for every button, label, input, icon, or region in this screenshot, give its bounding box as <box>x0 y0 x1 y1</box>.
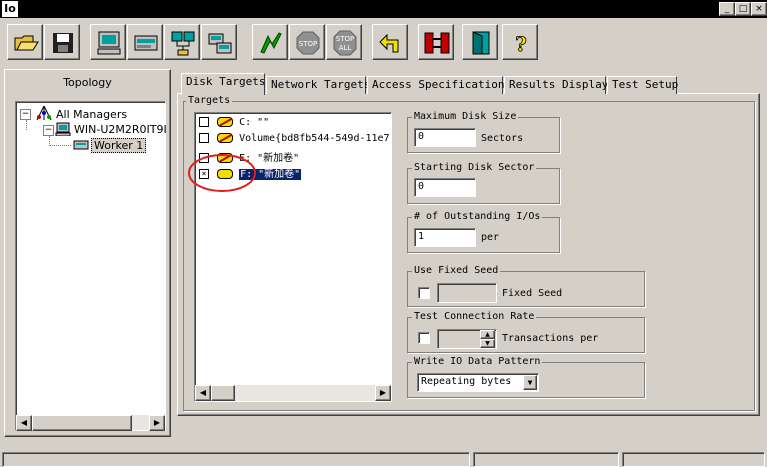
topology-scrollbar[interactable]: ◀ ▶ <box>16 415 165 431</box>
exit-button[interactable] <box>462 24 498 60</box>
start-button[interactable] <box>252 24 288 60</box>
scroll-left-button[interactable]: ◀ <box>16 415 32 431</box>
stop-button[interactable]: STOP <box>289 24 325 60</box>
save-icon <box>53 33 73 53</box>
stop-all-icon: STOPALL <box>333 30 357 56</box>
collapse-toggle[interactable]: − <box>20 109 31 120</box>
new-disk-worker-icon <box>134 35 158 51</box>
minimize-button[interactable]: _ <box>719 2 735 16</box>
tab-access-specifications[interactable]: Access Specifications <box>367 76 511 94</box>
stop-icon: STOP <box>296 31 320 55</box>
copy-worker-icon <box>208 33 232 54</box>
target-label: C: "" <box>239 117 270 128</box>
stop-all-button[interactable]: STOP ALL <box>326 24 362 60</box>
exit-icon <box>472 31 490 55</box>
scroll-thumb[interactable] <box>211 385 235 401</box>
max-disk-size-input[interactable]: 0 <box>414 128 476 147</box>
target-item[interactable]: C: "" <box>199 117 269 131</box>
fixed-seed-checkbox[interactable] <box>418 287 430 299</box>
new-network-worker-icon <box>171 31 195 56</box>
svg-text:ALL: ALL <box>339 44 352 52</box>
test-connection-rate-unit: Transactions per <box>502 333 599 344</box>
disconnect-button[interactable] <box>418 24 454 60</box>
display-icon <box>97 31 121 55</box>
scroll-thumb[interactable] <box>32 415 132 431</box>
new-disk-worker-button[interactable] <box>127 24 163 60</box>
open-button[interactable] <box>7 24 43 60</box>
target-checkbox[interactable] <box>199 133 209 143</box>
title-bar <box>0 0 767 18</box>
tab-network-targets[interactable]: Network Targets <box>266 76 370 94</box>
start-icon <box>260 32 282 54</box>
fixed-seed-unit: Fixed Seed <box>502 288 563 299</box>
manager-icon <box>55 122 71 136</box>
tree-item-manager[interactable]: WIN-U2M2R0IT9I <box>74 123 167 136</box>
reset-button[interactable] <box>372 24 408 60</box>
help-button[interactable]: ? <box>502 24 538 60</box>
status-segment <box>473 452 619 467</box>
starting-sector-label: Starting Disk Sector <box>412 162 537 173</box>
target-checkbox[interactable] <box>199 117 209 127</box>
max-disk-size-unit: Sectors <box>481 133 524 144</box>
rate-spinner[interactable]: ▲ ▼ <box>480 330 495 348</box>
test-connection-rate-label: Test Connection Rate <box>412 311 537 322</box>
topology-title: Topology <box>63 76 112 89</box>
save-button[interactable] <box>44 24 80 60</box>
scroll-left-button[interactable]: ◀ <box>195 385 211 401</box>
scroll-right-button[interactable]: ▶ <box>375 385 391 401</box>
write-io-pattern-label: Write IO Data Pattern <box>412 356 543 367</box>
window-title: Iometer <box>21 2 68 15</box>
write-io-pattern-value: Repeating bytes <box>421 376 512 387</box>
tab-test-setup[interactable]: Test Setup <box>607 76 678 94</box>
tree-item-worker[interactable]: Worker 1 <box>91 138 147 153</box>
worker-icon <box>73 140 89 150</box>
reset-icon <box>379 33 399 53</box>
targets-scrollbar[interactable]: ◀ ▶ <box>195 385 391 401</box>
app-icon: Io <box>2 1 18 17</box>
target-item[interactable]: Volume{bd8fb544-549d-11e7-8 <box>199 133 392 147</box>
disk-icon <box>217 133 234 143</box>
fixed-seed-label: Use Fixed Seed <box>412 265 501 276</box>
fixed-seed-input[interactable] <box>437 283 497 303</box>
tab-disk-targets[interactable]: Disk Targets <box>181 73 265 95</box>
collapse-toggle[interactable]: − <box>43 125 54 136</box>
new-network-worker-button[interactable] <box>164 24 200 60</box>
svg-text:?: ? <box>515 32 527 56</box>
chevron-down-icon[interactable]: ▼ <box>523 375 537 390</box>
max-disk-size-label: Maximum Disk Size <box>412 111 519 122</box>
tree-line <box>26 120 28 130</box>
write-io-pattern-select[interactable]: Repeating bytes ▼ <box>417 373 539 392</box>
status-segment <box>622 452 765 467</box>
status-segment <box>2 452 470 467</box>
target-label: Volume{bd8fb544-549d-11e7-8 <box>239 133 392 144</box>
svg-text:STOP: STOP <box>299 40 317 48</box>
display-button[interactable] <box>90 24 126 60</box>
help-icon: ? <box>515 32 528 56</box>
close-button[interactable]: × <box>751 2 767 16</box>
topology-tree[interactable]: − − All Managers WIN-U2M2R0IT9I Worker 1 <box>15 101 167 431</box>
outstanding-ios-label: # of Outstanding I/Os <box>412 211 543 222</box>
tree-line <box>49 145 71 147</box>
svg-text:STOP: STOP <box>336 35 354 43</box>
all-managers-icon <box>36 105 52 121</box>
targets-group-label: Targets <box>186 95 233 106</box>
tree-item-all-managers[interactable]: All Managers <box>56 108 127 121</box>
outstanding-ios-input[interactable]: 1 <box>414 228 476 247</box>
spin-down-button[interactable]: ▼ <box>480 339 495 348</box>
starting-sector-input[interactable]: 0 <box>414 178 476 197</box>
outstanding-ios-unit: per <box>481 232 500 243</box>
spin-up-button[interactable]: ▲ <box>480 330 495 339</box>
disconnect-icon <box>424 32 450 54</box>
annotation-circle <box>188 154 256 192</box>
tab-results-display[interactable]: Results Display <box>504 76 608 94</box>
copy-worker-button[interactable] <box>201 24 237 60</box>
disk-icon <box>217 117 234 127</box>
maximize-button[interactable]: □ <box>735 2 751 16</box>
scroll-right-button[interactable]: ▶ <box>149 415 165 431</box>
open-icon <box>14 35 39 51</box>
test-connection-rate-checkbox[interactable] <box>418 332 430 344</box>
